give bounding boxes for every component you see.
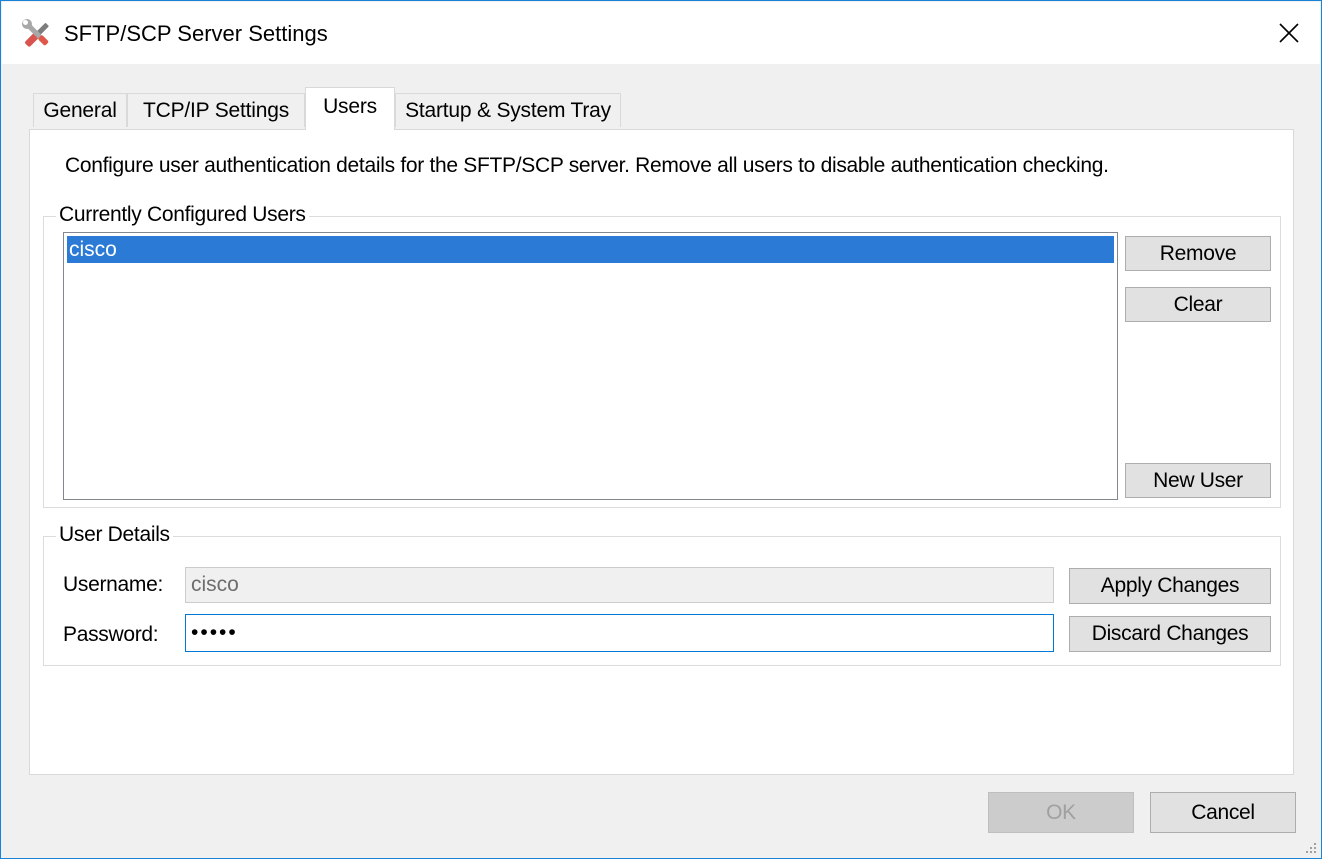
resize-grip-icon[interactable]: [1303, 840, 1317, 854]
close-icon: [1279, 23, 1299, 43]
password-field[interactable]: [185, 614, 1054, 652]
clear-button[interactable]: Clear: [1125, 287, 1271, 322]
settings-dialog: SFTP/SCP Server Settings General TCP/IP …: [0, 0, 1322, 859]
cancel-button[interactable]: Cancel: [1150, 792, 1296, 833]
title-bar[interactable]: SFTP/SCP Server Settings: [2, 2, 1320, 64]
list-item[interactable]: cisco: [67, 236, 1114, 263]
users-listbox[interactable]: cisco: [63, 232, 1118, 500]
tools-icon: [22, 19, 49, 47]
tab-tcpip-settings[interactable]: TCP/IP Settings: [127, 93, 305, 127]
user-details-label: User Details: [56, 522, 173, 548]
apply-changes-button[interactable]: Apply Changes: [1069, 568, 1271, 604]
ok-button[interactable]: OK: [988, 792, 1134, 833]
remove-button[interactable]: Remove: [1125, 236, 1271, 271]
close-button[interactable]: [1258, 2, 1320, 64]
configured-users-group: Currently Configured Users cisco Remove …: [43, 202, 1281, 508]
window-title: SFTP/SCP Server Settings: [64, 21, 328, 46]
tab-users[interactable]: Users: [305, 87, 395, 130]
configured-users-label: Currently Configured Users: [56, 202, 309, 228]
username-field[interactable]: [185, 567, 1054, 603]
users-tab-panel: Configure user authentication details fo…: [29, 129, 1294, 775]
user-details-group: User Details Username: Password: Apply C…: [43, 522, 1281, 666]
tab-startup-system-tray[interactable]: Startup & System Tray: [395, 93, 621, 127]
username-label: Username:: [63, 573, 164, 596]
discard-changes-button[interactable]: Discard Changes: [1069, 616, 1271, 652]
tab-general[interactable]: General: [33, 93, 127, 127]
users-description: Configure user authentication details fo…: [65, 154, 1109, 177]
password-label: Password:: [63, 623, 159, 646]
new-user-button[interactable]: New User: [1125, 463, 1271, 498]
